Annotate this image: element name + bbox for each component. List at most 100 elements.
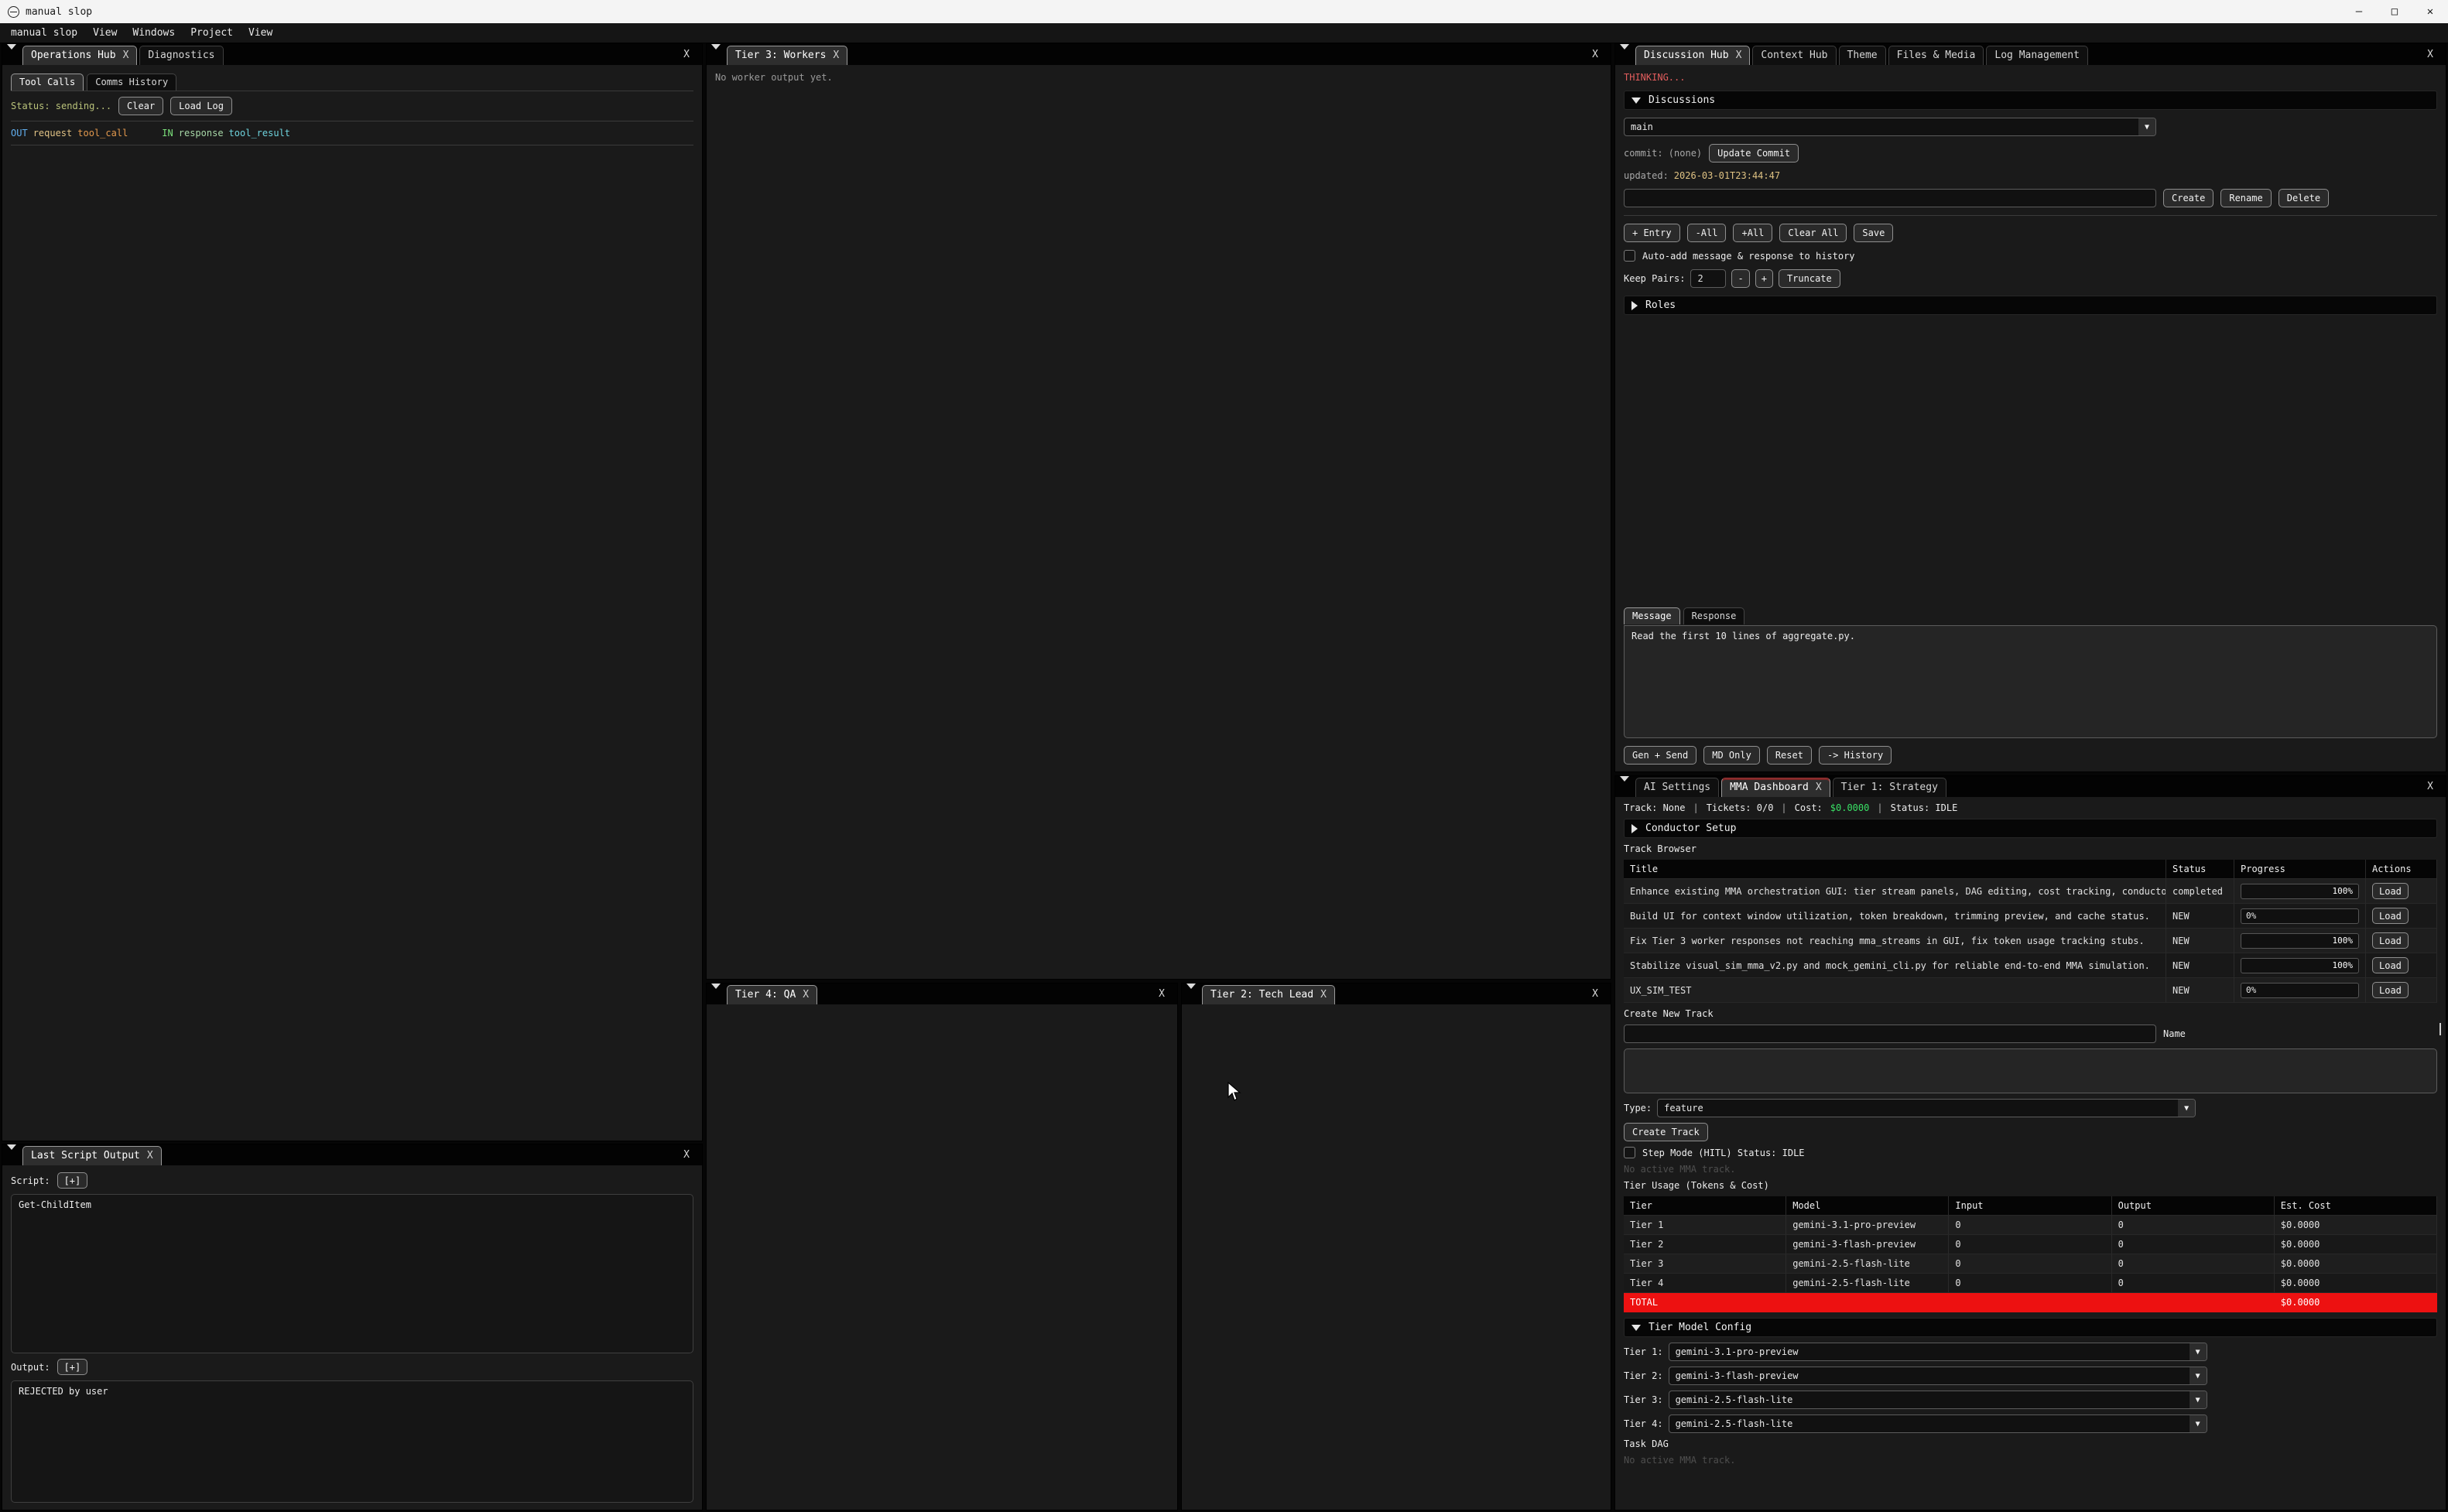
load-button[interactable]: Load [2372, 883, 2409, 899]
close-icon[interactable]: X [833, 50, 839, 61]
load-button[interactable]: Load [2372, 908, 2409, 924]
decrement-button[interactable]: - [1731, 269, 1749, 288]
script-textarea[interactable]: Get-ChildItem [11, 1194, 693, 1353]
minimize-button[interactable]: — [2341, 0, 2377, 23]
collapse-all-button[interactable]: -All [1687, 224, 1727, 242]
create-button[interactable]: Create [2163, 189, 2213, 207]
tab-comms-history[interactable]: Comms History [87, 74, 176, 91]
discussions-section-header[interactable]: Discussions [1624, 91, 2437, 110]
tab-discussion-hub[interactable]: Discussion Hub X [1635, 46, 1750, 65]
panel-close-icon[interactable]: X [1586, 988, 1604, 1001]
script-expand-button[interactable]: [+] [57, 1172, 88, 1189]
tab-operations-hub[interactable]: Operations Hub X [22, 46, 137, 65]
close-icon[interactable]: X [1320, 989, 1327, 1001]
gen-send-button[interactable]: Gen + Send [1624, 746, 1696, 765]
message-textarea[interactable]: Read the first 10 lines of aggregate.py. [1624, 625, 2437, 738]
load-log-button[interactable]: Load Log [170, 97, 232, 115]
close-button[interactable]: ✕ [2412, 0, 2448, 23]
tier3-workers-panel: Tier 3: Workers X X No worker output yet… [706, 43, 1611, 980]
panel-close-icon[interactable]: X [2421, 49, 2439, 62]
load-button[interactable]: Load [2372, 932, 2409, 949]
output-textarea[interactable]: REJECTED by user [11, 1380, 693, 1503]
tier2-model-select[interactable]: gemini-3-flash-preview ▼ [1669, 1367, 2207, 1385]
reset-button[interactable]: Reset [1767, 746, 1812, 765]
mouse-cursor [1227, 1082, 1241, 1102]
tab-theme[interactable]: Theme [1839, 46, 1886, 65]
increment-button[interactable]: + [1755, 269, 1773, 288]
clear-button[interactable]: Clear [118, 97, 163, 115]
save-button[interactable]: Save [1854, 224, 1893, 242]
update-commit-button[interactable]: Update Commit [1709, 144, 1799, 162]
clear-all-button[interactable]: Clear All [1779, 224, 1847, 242]
track-description-textarea[interactable] [1624, 1048, 2437, 1093]
menu-item-view-2[interactable]: View [241, 26, 280, 40]
panel-close-icon[interactable]: X [2421, 781, 2439, 794]
tab-tier1-strategy[interactable]: Tier 1: Strategy [1833, 778, 1946, 797]
menu-item-view[interactable]: View [85, 26, 125, 40]
close-icon[interactable]: X [1816, 782, 1822, 793]
tier1-model-select[interactable]: gemini-3.1-pro-preview ▼ [1669, 1343, 2207, 1361]
create-track-button[interactable]: Create Track [1624, 1123, 1708, 1141]
tab-response[interactable]: Response [1683, 607, 1745, 624]
track-type-select[interactable]: feature ▼ [1657, 1099, 2196, 1117]
truncate-button[interactable]: Truncate [1779, 269, 1840, 288]
menu-item-windows[interactable]: Windows [125, 26, 183, 40]
close-icon[interactable]: X [123, 50, 129, 61]
discussion-select[interactable]: main ▼ [1624, 118, 2156, 136]
panel-close-icon[interactable]: X [677, 1149, 696, 1162]
output-expand-button[interactable]: [+] [57, 1359, 88, 1375]
track-name-input[interactable] [1624, 1025, 2156, 1043]
delete-button[interactable]: Delete [2279, 189, 2329, 207]
tab-mma-dashboard[interactable]: MMA Dashboard X [1721, 778, 1830, 797]
panel-collapse-icon[interactable] [711, 989, 721, 1000]
tab-tool-calls[interactable]: Tool Calls [11, 74, 84, 91]
type-label: Type: [1624, 1103, 1652, 1113]
tab-tier3-workers[interactable]: Tier 3: Workers X [727, 46, 847, 65]
legend-out: OUT [11, 128, 28, 139]
auto-add-checkbox[interactable] [1624, 250, 1635, 262]
tier-model-config-header[interactable]: Tier Model Config [1624, 1318, 2437, 1337]
panel-collapse-icon[interactable] [1186, 989, 1197, 1000]
status-badge: NEW [2166, 953, 2234, 978]
tab-files-media[interactable]: Files & Media [1888, 46, 1984, 65]
legend-response: response [179, 128, 224, 139]
roles-section-header[interactable]: Roles [1624, 296, 2437, 315]
tab-ai-settings[interactable]: AI Settings [1635, 778, 1719, 797]
tab-tier4-qa[interactable]: Tier 4: QA X [727, 985, 817, 1004]
add-entry-button[interactable]: + Entry [1624, 224, 1680, 242]
maximize-button[interactable]: □ [2377, 0, 2412, 23]
tab-message[interactable]: Message [1624, 607, 1680, 624]
tab-log-management[interactable]: Log Management [1986, 46, 2088, 65]
md-only-button[interactable]: MD Only [1703, 746, 1760, 765]
tab-context-hub[interactable]: Context Hub [1752, 46, 1836, 65]
tier4-model-select[interactable]: gemini-2.5-flash-lite ▼ [1669, 1415, 2207, 1433]
close-icon[interactable]: X [1736, 50, 1742, 61]
to-history-button[interactable]: -> History [1819, 746, 1892, 765]
menu-item-project[interactable]: Project [183, 26, 241, 40]
panel-collapse-icon[interactable] [711, 50, 721, 60]
expand-all-button[interactable]: +All [1733, 224, 1772, 242]
panel-collapse-icon[interactable] [7, 1150, 17, 1161]
tab-tier2-tech-lead[interactable]: Tier 2: Tech Lead X [1202, 985, 1335, 1004]
rename-button[interactable]: Rename [2220, 189, 2271, 207]
load-button[interactable]: Load [2372, 982, 2409, 998]
tab-diagnostics[interactable]: Diagnostics [139, 46, 223, 65]
panel-collapse-icon[interactable] [7, 50, 17, 60]
panel-close-icon[interactable]: X [1152, 988, 1171, 1001]
load-button[interactable]: Load [2372, 957, 2409, 973]
step-mode-checkbox[interactable] [1624, 1147, 1635, 1158]
tier3-model-select[interactable]: gemini-2.5-flash-lite ▼ [1669, 1391, 2207, 1409]
panel-collapse-icon[interactable] [1620, 782, 1630, 792]
menu-item-manual-slop[interactable]: manual slop [3, 26, 85, 40]
discussion-name-input[interactable] [1624, 189, 2156, 207]
close-icon[interactable]: X [803, 989, 809, 1001]
panel-close-icon[interactable]: X [1586, 49, 1604, 62]
panel-close-icon[interactable]: X [677, 49, 696, 62]
chevron-down-icon: ▼ [2178, 1100, 2195, 1117]
keep-pairs-input[interactable]: 2 [1690, 269, 1726, 288]
conductor-setup-header[interactable]: Conductor Setup [1624, 819, 2437, 838]
tier4-qa-panel: Tier 4: QA X X [706, 983, 1178, 1510]
tab-last-script-output[interactable]: Last Script Output X [22, 1146, 162, 1165]
close-icon[interactable]: X [147, 1150, 153, 1161]
panel-collapse-icon[interactable] [1620, 50, 1630, 60]
